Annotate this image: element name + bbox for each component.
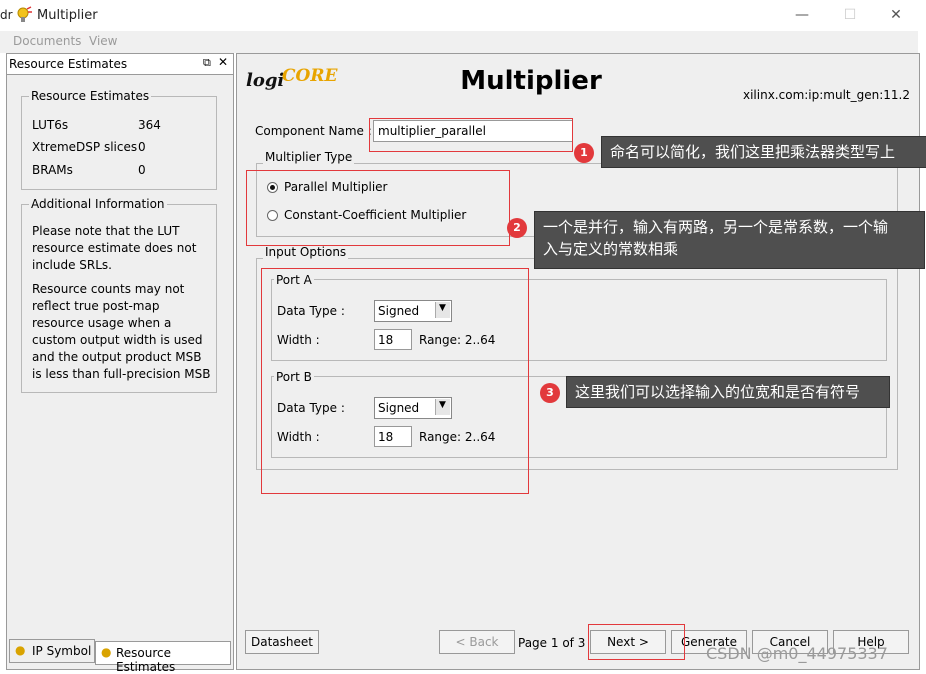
panel-header: Resource Estimates ⧉ ✕ xyxy=(7,54,233,75)
tab-ip-symbol[interactable]: ● IP Symbol xyxy=(9,639,95,663)
brams-value: 0 xyxy=(138,163,146,177)
info-para-2: Resource counts may not reflect true pos… xyxy=(32,282,211,381)
float-icon[interactable]: ⧉ xyxy=(203,56,211,70)
info-para-1: Please note that the LUT resource estima… xyxy=(32,224,197,272)
annotation-badge-3: 3 xyxy=(540,383,560,403)
annotation-box-1 xyxy=(369,118,573,152)
bulb-icon: ● xyxy=(101,645,112,659)
tab-resource-estimates[interactable]: ● Resource Estimates xyxy=(95,641,231,674)
resource-group-label: Resource Estimates xyxy=(29,89,152,103)
annotation-box-2 xyxy=(246,170,510,246)
bulb-icon: ● xyxy=(15,643,26,657)
lut6s-value: 364 xyxy=(138,118,161,132)
page-title: Multiplier xyxy=(460,66,602,96)
maximize-button[interactable]: ☐ xyxy=(830,4,870,26)
minimize-button[interactable]: — xyxy=(782,4,822,26)
edge-text: dr xyxy=(0,8,13,22)
annotation-box-3 xyxy=(261,268,529,494)
back-button[interactable]: < Back xyxy=(439,630,515,654)
dsp-label: XtremeDSP slices xyxy=(32,140,138,154)
menu-documents[interactable]: Documents xyxy=(13,34,81,48)
resource-estimates-panel: Resource Estimates ⧉ ✕ Resource Estimate… xyxy=(6,53,234,674)
close-button[interactable]: ✕ xyxy=(876,4,916,26)
menu-view[interactable]: View xyxy=(89,34,117,48)
page-indicator: Page 1 of 3 xyxy=(518,636,586,650)
annotation-callout-3: 这里我们可以选择输入的位宽和是否有符号 xyxy=(566,376,890,408)
brams-label: BRAMs xyxy=(32,163,73,177)
multiplier-type-label: Multiplier Type xyxy=(263,150,355,164)
annotation-badge-1: 1 xyxy=(574,143,594,163)
window-title-bar: dr Multiplier — ☐ ✕ xyxy=(0,0,926,31)
annotation-box-next xyxy=(588,624,685,660)
version-string: xilinx.com:ip:mult_gen:11.2 xyxy=(743,88,910,102)
tab-resource-estimates-label: Resource Estimates xyxy=(116,646,176,674)
watermark: CSDN @m0_44975337 xyxy=(706,644,888,663)
tab-ip-symbol-label: IP Symbol xyxy=(32,644,92,658)
annotation-callout-2-line1: 一个是并行，输入有两路，另一个是常系数，一个输 xyxy=(543,218,889,236)
dsp-value: 0 xyxy=(138,140,146,154)
app-icon xyxy=(17,6,32,22)
input-options-label: Input Options xyxy=(263,245,349,259)
menu-bar: Documents View xyxy=(0,31,918,53)
panel-title: Resource Estimates xyxy=(9,57,128,71)
logicore-logo: logi CORE xyxy=(246,66,338,91)
annotation-callout-2-line2: 入与定义的常数相乘 xyxy=(543,240,679,258)
annotation-callout-1: 命名可以简化，我们这里把乘法器类型写上 xyxy=(601,136,926,168)
component-name-label: Component Name : xyxy=(255,124,372,138)
window-title: Multiplier xyxy=(37,8,98,23)
lut6s-label: LUT6s xyxy=(32,118,69,132)
annotation-badge-2: 2 xyxy=(507,218,527,238)
datasheet-button[interactable]: Datasheet xyxy=(245,630,319,654)
annotation-callout-2: 一个是并行，输入有两路，另一个是常系数，一个输 入与定义的常数相乘 xyxy=(534,211,925,269)
close-panel-icon[interactable]: ✕ xyxy=(218,55,228,69)
info-group-label: Additional Information xyxy=(29,197,167,211)
